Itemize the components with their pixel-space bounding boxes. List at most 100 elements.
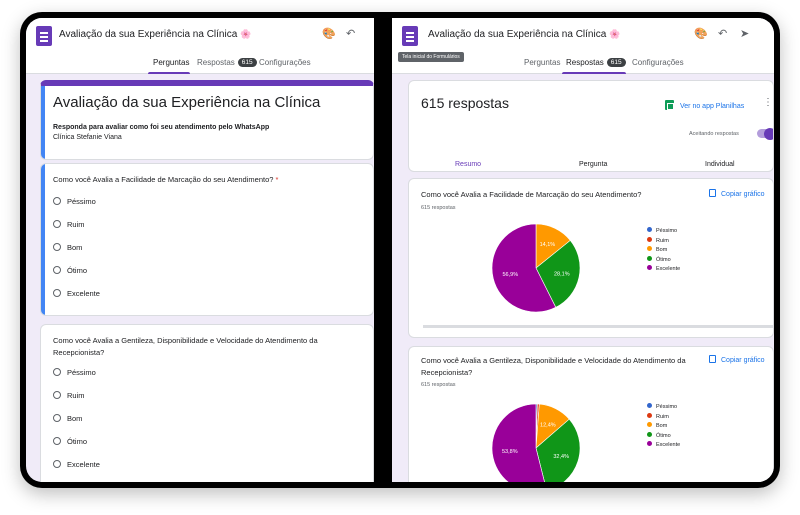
responses-badge: 615 [606,58,626,67]
tab-bar: Perguntas Respostas 615 Configurações [392,52,774,74]
card-accent [41,164,45,315]
form-title-card: Avaliação da sua Experiência na Clínica … [40,80,374,160]
pie-label-ótimo: 32,4% [553,454,569,460]
radio-button[interactable] [53,266,61,274]
radio-button[interactable] [53,197,61,205]
question-card-2[interactable]: Como você Avalia a Gentileza, Disponibil… [40,324,374,482]
tab-respostas[interactable]: Respostas 615 [566,58,626,67]
legend-item-ruim: Ruim [647,236,680,247]
responses-badge: 615 [237,58,257,67]
chart-response-count: 615 respostas [421,382,456,388]
legend-item-bom: Bom [647,422,680,432]
tab-configuracoes[interactable]: Configurações [259,58,311,67]
accepting-responses-toggle[interactable] [757,127,773,140]
chart-question: Como você Avalia a Gentileza, Disponibil… [421,356,686,377]
question-text: Como você Avalia a Facilidade de Marcaçã… [53,175,279,184]
option-pessimo[interactable]: Péssimo [53,368,96,380]
legend-item-excelente: Excelente [647,441,680,451]
radio-button[interactable] [53,414,61,422]
copy-chart-button[interactable]: Copiar gráfico [709,189,765,198]
radio-button[interactable] [53,243,61,251]
send-icon[interactable]: ➤ [740,27,749,40]
top-bar: Avaliação da sua Experiência na Clínica 🌸… [392,18,774,74]
document-title[interactable]: Avaliação da sua Experiência na Clínica 🌸 [59,29,251,40]
device-frame: Avaliação da sua Experiência na Clínica 🌸… [20,12,780,488]
pie-label-excelente: 56,9% [503,272,519,278]
flower-emoji: 🌸 [240,29,252,39]
tab-perguntas[interactable]: Perguntas [153,58,189,67]
option-otimo[interactable]: Ótimo [53,266,87,278]
tab-bar: Perguntas Respostas 615 Configurações [26,52,374,74]
legend-item-ruim: Ruim [647,412,680,423]
tab-perguntas[interactable]: Perguntas [524,58,560,67]
radio-button[interactable] [53,391,61,399]
legend-item-pessimo: Péssimo [647,227,680,237]
card-accent [41,86,45,159]
copy-chart-button[interactable]: Copiar gráfico [709,355,765,364]
palette-icon[interactable]: 🎨 [322,27,336,40]
legend-item-pessimo: Péssimo [647,403,680,413]
radio-button[interactable] [53,460,61,468]
copy-icon [709,355,716,363]
active-subtab-indicator [439,171,499,172]
view-in-sheets-link[interactable]: Ver no app Planilhas [665,100,744,110]
form-description[interactable]: Responda para avaliar como foi seu atend… [53,124,269,131]
responses-summary-card: 615 respostas Ver no app Planilhas ⋮ Ace… [408,80,774,172]
accepting-responses-label: Aceitando respostas [689,131,739,137]
legend-item-otimo: Ótimo [647,255,680,266]
radio-button[interactable] [53,368,61,376]
undo-icon[interactable]: ↶ [346,27,355,40]
sheets-icon [665,100,674,110]
required-asterisk: * [275,175,279,184]
chart-card-1: Como você Avalia a Facilidade de Marcaçã… [408,178,774,338]
option-bom[interactable]: Bom [53,243,82,255]
top-bar: Avaliação da sua Experiência na Clínica 🌸… [26,18,374,74]
active-tab-indicator [148,72,190,74]
tab-respostas[interactable]: Respostas 615 [197,58,257,67]
pie-chart-1: 14,1% 28,1% 56,9% [491,223,581,313]
copy-icon [709,189,716,197]
option-excelente[interactable]: Excelente [53,289,100,301]
option-otimo[interactable]: Ótimo [53,437,87,449]
option-ruim[interactable]: Ruim [53,220,85,232]
subtab-pergunta[interactable]: Pergunta [579,161,607,168]
tab-configuracoes[interactable]: Configurações [632,58,684,67]
radio-button[interactable] [53,220,61,228]
more-options-icon[interactable]: ⋮ [763,97,773,108]
radio-button[interactable] [53,289,61,297]
option-bom[interactable]: Bom [53,414,82,426]
legend-item-excelente: Excelente [647,265,680,275]
chart-card-2: Como você Avalia a Gentileza, Disponibil… [408,346,774,482]
chart-legend: Péssimo Ruim Bom Ótimo Excelente [647,227,680,275]
chart-question: Como você Avalia a Facilidade de Marcaçã… [421,190,642,199]
forms-logo-icon[interactable] [402,26,418,46]
horizontal-scrollbar[interactable] [423,325,773,328]
active-tab-indicator [562,72,626,74]
form-title[interactable]: Avaliação da sua Experiência na Clínica [53,94,320,111]
form-organization[interactable]: Clínica Stefanie Viana [53,134,122,141]
pie-label-ótimo: 28,1% [554,272,570,278]
document-title[interactable]: Avaliação da sua Experiência na Clínica 🌸 [428,29,620,40]
pie-label-bom: 12,4% [540,422,556,428]
option-ruim[interactable]: Ruim [53,391,85,403]
subtab-individual[interactable]: Individual [705,161,735,168]
option-excelente[interactable]: Excelente [53,460,100,472]
legend-item-bom: Bom [647,246,680,256]
question-text[interactable]: Como você Avalia a Gentileza, Disponibil… [53,335,353,359]
question-card-1[interactable]: Como você Avalia a Facilidade de Marcaçã… [40,163,374,316]
option-pessimo[interactable]: Péssimo [53,197,96,209]
pie-chart-2: 12,4% 32,4% 53,8% [491,403,581,482]
palette-icon[interactable]: 🎨 [694,27,708,40]
subtab-resumo[interactable]: Resumo [455,161,481,168]
chart-response-count: 615 respostas [421,205,456,211]
forms-logo-icon[interactable] [36,26,52,46]
pie-label-bom: 14,1% [540,242,556,248]
undo-icon[interactable]: ↶ [718,27,727,40]
form-editor-pane: Avaliação da sua Experiência na Clínica 🌸… [26,18,374,482]
legend-item-otimo: Ótimo [647,431,680,442]
pie-label-excelente: 53,8% [502,449,518,455]
responses-pane: Avaliação da sua Experiência na Clínica 🌸… [392,18,774,482]
flower-emoji: 🌸 [609,29,621,39]
chart-legend: Péssimo Ruim Bom Ótimo Excelente [647,403,680,451]
radio-button[interactable] [53,437,61,445]
